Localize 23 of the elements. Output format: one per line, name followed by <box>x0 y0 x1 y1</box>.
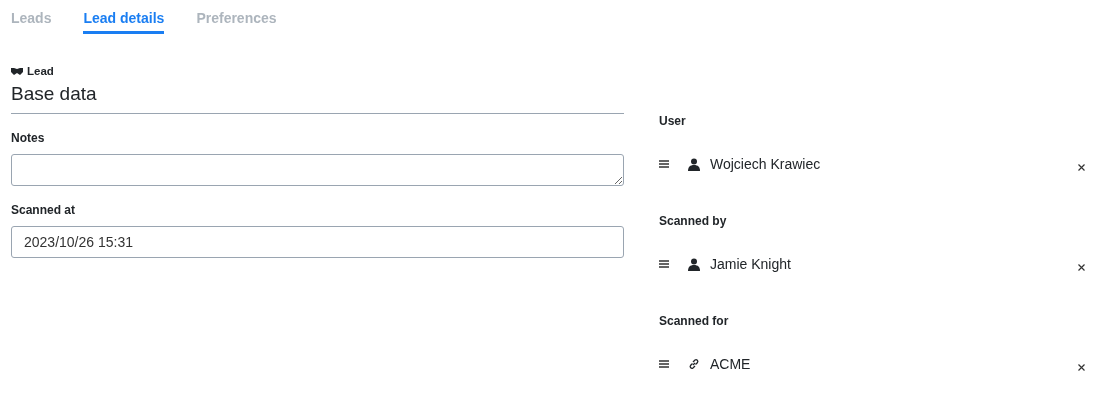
tab[interactable]: Lead details <box>83 0 165 34</box>
drag-handle-icon[interactable] <box>659 360 669 368</box>
field-label: Scanned for <box>659 314 730 328</box>
close-icon[interactable] <box>1078 263 1085 271</box>
drag-handle-icon[interactable] <box>659 260 669 268</box>
drag-handle-icon[interactable] <box>659 160 669 168</box>
close-icon[interactable] <box>1078 363 1085 371</box>
relation-value[interactable]: Wojciech Krawiec <box>710 156 1078 172</box>
input-field[interactable]: 2023/10/26 15:31 <box>11 226 624 258</box>
person-icon <box>688 157 700 171</box>
section-label: Lead <box>27 65 54 77</box>
handshake-icon <box>11 66 23 76</box>
field-label: User <box>659 114 687 128</box>
person-icon <box>688 257 700 271</box>
relation-value[interactable]: ACME <box>710 356 1078 372</box>
field-label: Scanned by <box>659 214 728 228</box>
field-label: Notes <box>11 131 46 145</box>
link-icon <box>688 358 700 370</box>
notes-field[interactable] <box>11 154 624 186</box>
relation-value[interactable]: Jamie Knight <box>710 256 1078 272</box>
field-label: Scanned at <box>11 203 77 217</box>
close-icon[interactable] <box>1078 163 1085 171</box>
section-title: Base data <box>11 83 624 114</box>
